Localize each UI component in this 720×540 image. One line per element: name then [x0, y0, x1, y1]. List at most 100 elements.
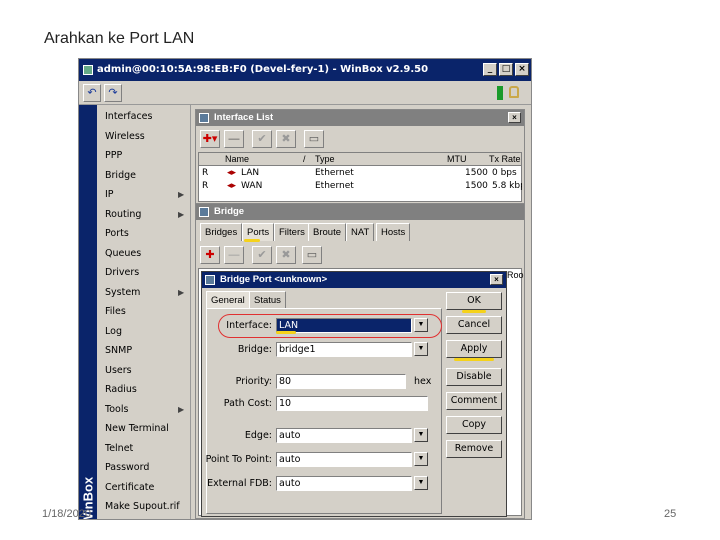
col-mtu[interactable]: MTU: [447, 154, 467, 164]
sidebar-item-snmp[interactable]: SNMP: [105, 345, 132, 356]
apply-button[interactable]: Apply: [446, 340, 502, 358]
priority-input[interactable]: 80: [276, 374, 406, 389]
window-icon: [199, 113, 209, 123]
enable-icon[interactable]: ✔: [252, 246, 272, 264]
disable-icon[interactable]: ✖: [276, 130, 296, 148]
sidebar-item-bridge[interactable]: Bridge: [105, 170, 136, 181]
annotation-underline: [244, 239, 260, 242]
submenu-arrow-icon: ▶: [178, 209, 185, 219]
sidebar-item-ports[interactable]: Ports: [105, 228, 129, 239]
dialog-close-button[interactable]: ×: [490, 274, 503, 285]
tab-bridges[interactable]: Bridges: [200, 223, 243, 241]
sidebar-item-password[interactable]: Password: [105, 462, 149, 473]
edge-select[interactable]: auto: [276, 428, 412, 443]
row-mtu: 1500: [465, 168, 488, 178]
chevron-down-icon[interactable]: ▼: [414, 476, 428, 490]
sidebar-item-log[interactable]: Log: [105, 326, 122, 337]
col-name[interactable]: Name: [225, 154, 249, 164]
minimize-button[interactable]: _: [483, 63, 497, 76]
col-tx-rate[interactable]: Tx Rate: [489, 154, 521, 164]
bridge-port-dialog: Bridge Port <unknown> × General Status I…: [201, 271, 507, 517]
remove-icon[interactable]: —: [224, 130, 244, 148]
sidebar-item-make-supout-rif[interactable]: Make Supout.rif: [105, 501, 180, 512]
comment-icon[interactable]: ▭: [304, 130, 324, 148]
maximize-button[interactable]: □: [499, 63, 513, 76]
sidebar-item-ip[interactable]: IP: [105, 189, 114, 200]
ok-button[interactable]: OK: [446, 292, 502, 310]
interface-icon: ◂▸: [227, 168, 237, 178]
add-icon[interactable]: ✚▾: [200, 130, 220, 148]
point-to-point-select[interactable]: auto: [276, 452, 412, 467]
row-flag: R: [202, 181, 209, 191]
col-type[interactable]: Type: [315, 154, 335, 164]
path-cost-label: Path Cost:: [223, 398, 272, 409]
window-icon: [199, 207, 209, 217]
interface-list-panel: Interface List × ✚▾ — ✔ ✖ ▭ Name / Type …: [195, 109, 525, 205]
sidebar-item-drivers[interactable]: Drivers: [105, 267, 139, 278]
sidebar-item-wireless[interactable]: Wireless: [105, 131, 145, 142]
lock-icon: [509, 86, 519, 98]
tab-hosts[interactable]: Hosts: [376, 223, 411, 241]
sidebar-item-files[interactable]: Files: [105, 306, 126, 317]
cancel-button[interactable]: Cancel: [446, 316, 502, 334]
col-root[interactable]: Roo: [507, 270, 524, 280]
interface-list-close-button[interactable]: ×: [508, 112, 521, 123]
annotation-underline: [454, 358, 494, 361]
bridge-select[interactable]: bridge1: [276, 342, 412, 357]
disable-icon[interactable]: ✖: [276, 246, 296, 264]
sidebar-item-tools[interactable]: Tools: [105, 404, 128, 415]
sidebar-item-ppp[interactable]: PPP: [105, 150, 122, 161]
interface-table: Name / Type MTU Tx Rate R ◂▸ LAN Etherne…: [198, 152, 522, 202]
tab-nat[interactable]: NAT: [346, 223, 375, 241]
remove-icon[interactable]: —: [224, 246, 244, 264]
chevron-down-icon[interactable]: ▼: [414, 452, 428, 466]
sidebar-item-queues[interactable]: Queues: [105, 248, 141, 259]
tab-filters[interactable]: Filters: [274, 223, 310, 241]
chevron-down-icon[interactable]: ▼: [414, 428, 428, 442]
sidebar-item-system[interactable]: System: [105, 287, 140, 298]
external-fdb-select[interactable]: auto: [276, 476, 412, 491]
row-mtu: 1500: [465, 181, 488, 191]
annotation-underline: [462, 310, 486, 313]
window-title: admin@00:10:5A:98:EB:F0 (Devel-fery-1) -…: [97, 64, 429, 75]
interface-select[interactable]: LAN: [276, 318, 412, 333]
sidebar-item-certificate[interactable]: Certificate: [105, 482, 154, 493]
enable-icon[interactable]: ✔: [252, 130, 272, 148]
tab-broute[interactable]: Broute: [308, 223, 346, 241]
close-button[interactable]: ×: [515, 63, 529, 76]
sidebar-item-telnet[interactable]: Telnet: [105, 443, 133, 454]
chevron-down-icon[interactable]: ▼: [414, 318, 428, 332]
comment-icon[interactable]: ▭: [302, 246, 322, 264]
undo-icon[interactable]: ↶: [83, 84, 101, 102]
bridge-titlebar: Bridge: [196, 204, 524, 220]
interface-list-title: Interface List: [214, 112, 274, 123]
submenu-arrow-icon: ▶: [178, 190, 185, 199]
submenu-arrow-icon: ▶: [178, 404, 185, 414]
tab-general[interactable]: General: [206, 291, 250, 309]
sidebar-item-routing[interactable]: Routing: [105, 209, 141, 220]
tab-status[interactable]: Status: [249, 291, 286, 309]
path-cost-input[interactable]: 10: [276, 396, 428, 411]
disable-button[interactable]: Disable: [446, 368, 502, 386]
row-name[interactable]: WAN: [241, 181, 262, 191]
row-flag: R: [202, 168, 209, 178]
interface-list-titlebar: Interface List ×: [196, 110, 524, 126]
sidebar-item-radius[interactable]: Radius: [105, 384, 137, 395]
remove-button[interactable]: Remove: [446, 440, 502, 458]
chevron-down-icon[interactable]: ▼: [414, 342, 428, 356]
row-type: Ethernet: [315, 168, 354, 178]
annotation-underline: [276, 331, 296, 334]
sidebar-item-new-terminal[interactable]: New Terminal: [105, 423, 169, 434]
sidebar-item-interfaces[interactable]: Interfaces: [105, 111, 152, 122]
window-titlebar: admin@00:10:5A:98:EB:F0 (Devel-fery-1) -…: [79, 59, 531, 81]
external-fdb-label: External FDB:: [207, 478, 272, 489]
row-tx: 5.8 kbps: [492, 181, 522, 191]
sort-arrow-icon: /: [303, 154, 306, 164]
comment-button[interactable]: Comment: [446, 392, 502, 410]
sidebar-item-users[interactable]: Users: [105, 365, 132, 376]
redo-icon[interactable]: ↷: [104, 84, 122, 102]
connection-status-icon: [497, 86, 503, 100]
add-icon[interactable]: ✚: [200, 246, 220, 264]
copy-button[interactable]: Copy: [446, 416, 502, 434]
row-name[interactable]: LAN: [241, 168, 259, 178]
